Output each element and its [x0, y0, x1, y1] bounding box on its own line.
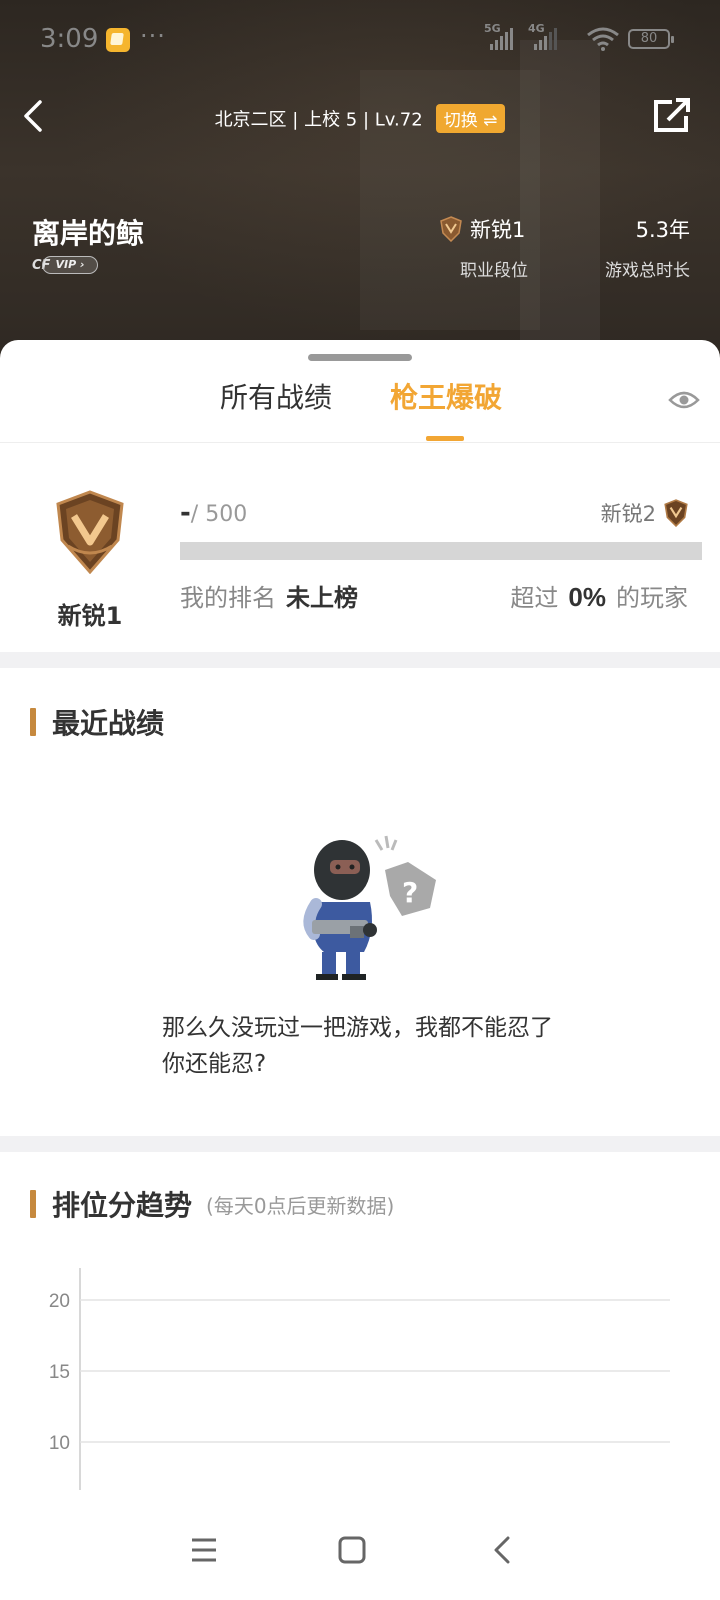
- playtime-value: 5.3年: [635, 218, 690, 242]
- signal-4g-icon: 4G: [528, 22, 557, 50]
- tab-king-demolition[interactable]: 枪王爆破: [390, 376, 502, 416]
- more-notifications-icon: ···: [140, 22, 166, 50]
- home-icon[interactable]: [332, 1530, 372, 1570]
- playtime-stat: 5.3年 游戏总时长: [580, 214, 690, 281]
- status-time: 3:09: [40, 24, 99, 54]
- server-rank-level: 北京二区 | 上校 5 | Lv.72: [214, 109, 423, 131]
- rank-progress-bar: [180, 542, 702, 560]
- y-tick-label: 10: [49, 1433, 70, 1454]
- empty-state-message: 那么久没玩过一把游戏，我都不能忍了你还能忍?: [162, 1015, 553, 1077]
- rank-trend-subtitle: (每天0点后更新数据): [206, 1193, 395, 1218]
- y-tick-label: 20: [49, 1291, 70, 1312]
- profile-header: 3:09 ··· 5G 4G 80 北京二区 | 上校 5 | Lv.72 切换…: [0, 0, 720, 380]
- rank-trend-title: 排位分趋势: [52, 1189, 193, 1222]
- vip-label: VIP ›: [42, 256, 98, 274]
- rank-trend-header: 排位分趋势 (每天0点后更新数据): [30, 1184, 394, 1224]
- score-total: / 500: [190, 502, 248, 527]
- rank-shield-icon: [440, 216, 462, 242]
- beat-percentage: 超过 0% 的玩家: [510, 578, 688, 613]
- career-rank-label: 职业段位: [460, 261, 528, 281]
- vip-badge[interactable]: CF VIP ›: [32, 254, 98, 276]
- recent-records-header: 最近战绩: [30, 702, 164, 742]
- switch-button[interactable]: 切换 ⇌: [435, 104, 506, 133]
- score-current: -: [180, 498, 191, 528]
- battery-level: 80: [640, 31, 658, 46]
- signal-5g-label: 5G: [484, 22, 501, 35]
- y-tick-label: 15: [49, 1362, 70, 1383]
- svg-text:?: ?: [402, 876, 418, 909]
- drag-handle[interactable]: [308, 354, 412, 361]
- signal-5g-icon: 5G: [484, 22, 513, 50]
- career-rank-stat: 新锐1 职业段位: [440, 214, 560, 281]
- section-gap: [0, 1136, 720, 1152]
- server-info: 北京二区 | 上校 5 | Lv.72 切换 ⇌: [0, 104, 720, 133]
- my-rank-label: 我的排名: [180, 584, 276, 612]
- next-rank: 新锐2: [601, 498, 688, 528]
- trend-chart-svg: 20 15 10: [49, 1268, 670, 1490]
- rank-trend-chart: 20 15 10: [0, 1250, 720, 1520]
- signal-4g-label: 4G: [528, 22, 545, 35]
- playtime-label: 游戏总时长: [605, 261, 690, 281]
- tab-all-records[interactable]: 所有战绩: [220, 376, 332, 416]
- section-gap: [0, 652, 720, 668]
- tab-divider: [0, 442, 720, 443]
- next-rank-label: 新锐2: [600, 502, 656, 526]
- recent-records-title: 最近战绩: [52, 707, 165, 740]
- back-icon[interactable]: [482, 1530, 522, 1570]
- rank-emblem-icon: [56, 490, 124, 574]
- wifi-icon: [587, 27, 619, 51]
- career-rank-value: 新锐1: [470, 218, 526, 242]
- section-accent-bar: [30, 708, 36, 736]
- rank-name: 新锐1: [57, 602, 123, 630]
- battery-icon: 80: [628, 29, 674, 49]
- player-nickname: 离岸的鲸: [32, 217, 145, 250]
- notification-icon: [106, 28, 130, 52]
- section-accent-bar: [30, 1190, 36, 1218]
- tab-bar: 所有战绩 枪王爆破: [0, 372, 720, 442]
- rank-score: -/ 500: [180, 498, 247, 528]
- rank-card: 新锐1 -/ 500 新锐2 我的排名 未上榜 超过 0% 的玩家: [0, 450, 720, 660]
- menu-icon[interactable]: [184, 1530, 224, 1570]
- stats-sheet: 所有战绩 枪王爆破 新锐1 -/ 500 新锐2 我的排名 未上榜 超过 0% …: [0, 340, 720, 1520]
- beat-suffix: 的玩家: [616, 584, 688, 612]
- my-rank-value: 未上榜: [286, 584, 358, 612]
- status-bar: 3:09 ··· 5G 4G 80: [0, 20, 720, 60]
- my-ranking: 我的排名 未上榜: [180, 578, 358, 613]
- next-rank-shield-icon: [664, 499, 688, 527]
- beat-prefix: 超过: [510, 584, 559, 612]
- eye-icon[interactable]: [668, 388, 700, 412]
- beat-value: 0%: [568, 582, 606, 612]
- active-tab-indicator: [426, 436, 464, 441]
- system-nav-bar: [0, 1500, 720, 1600]
- empty-state-soldier-icon: ?: [303, 835, 436, 980]
- share-icon[interactable]: [650, 96, 694, 136]
